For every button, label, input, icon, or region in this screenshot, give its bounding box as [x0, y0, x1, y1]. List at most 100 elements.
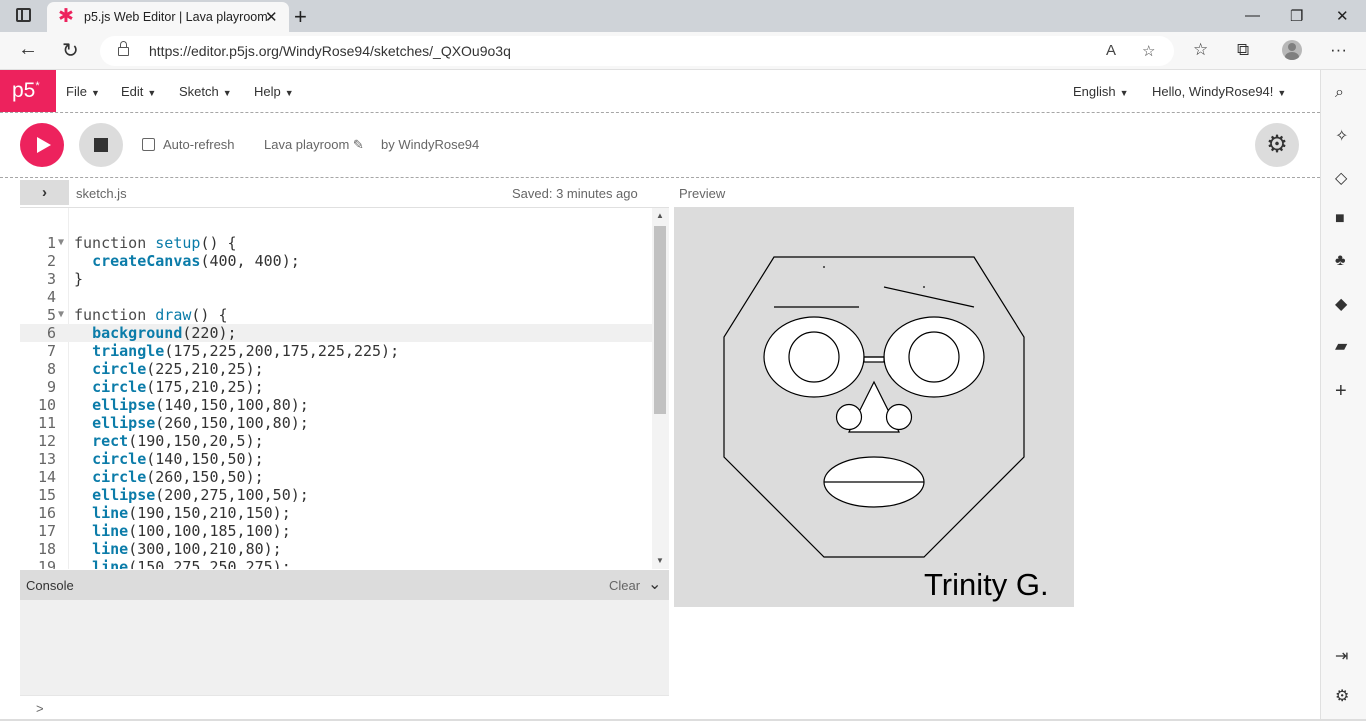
hide-sidebar-icon[interactable]: ⇥ [1335, 646, 1348, 666]
menu-label: Sketch [179, 84, 219, 99]
p5-logo[interactable]: p5* [0, 70, 56, 112]
console-prompt: > [36, 701, 44, 716]
code-line[interactable]: 11 ellipse(260,150,100,80); [20, 414, 652, 432]
code-line[interactable]: 16 line(190,150,210,150); [20, 504, 652, 522]
minimize-icon[interactable]: — [1245, 7, 1260, 24]
code-line[interactable]: 13 circle(140,150,50); [20, 450, 652, 468]
code-line[interactable]: 19 line(150,275,250,275); [20, 558, 652, 569]
add-favorite-icon[interactable]: ☆ [1142, 42, 1155, 60]
close-window-icon[interactable]: ✕ [1336, 7, 1349, 25]
line-number: 12 [37, 432, 56, 450]
collections-icon[interactable]: ⧉ [1237, 40, 1249, 60]
chevron-right-icon: › [42, 184, 47, 201]
console-header: Console Clear ⌄ [20, 570, 669, 600]
code-line[interactable]: 17 line(100,100,185,100); [20, 522, 652, 540]
code-line[interactable]: 9 circle(175,210,25); [20, 378, 652, 396]
line-number: 9 [46, 378, 56, 396]
code-line[interactable]: 10 ellipse(140,150,100,80); [20, 396, 652, 414]
fold-marker-icon[interactable]: ▼ [58, 234, 64, 252]
line-number: 18 [37, 540, 56, 558]
code-line[interactable]: 3} [20, 270, 652, 288]
code-text: triangle(175,225,200,175,225,225); [92, 342, 400, 360]
code-line[interactable]: 15 ellipse(200,275,100,50); [20, 486, 652, 504]
code-line[interactable]: 1 ▼ function setup() { [20, 234, 652, 252]
tools-icon[interactable]: ■ [1335, 210, 1345, 228]
menu-sketch[interactable]: Sketch ▼ [179, 84, 232, 99]
sidebar-settings-icon[interactable]: ⚙ [1335, 686, 1349, 706]
menu-help[interactable]: Help ▼ [254, 84, 294, 99]
code-line[interactable]: 4 [20, 288, 652, 306]
line-number: 14 [37, 468, 56, 486]
profile-avatar[interactable] [1282, 40, 1302, 60]
code-line[interactable]: 18 line(300,100,210,80); [20, 540, 652, 558]
new-tab-icon[interactable]: + [294, 4, 307, 30]
code-text: ellipse(140,150,100,80); [92, 396, 309, 414]
code-text: circle(140,150,50); [92, 450, 264, 468]
clear-button[interactable]: Clear [609, 578, 640, 593]
code-text: circle(175,210,25); [92, 378, 264, 396]
chevron-down-icon[interactable]: ⌄ [648, 574, 661, 594]
user-menu[interactable]: Hello, WindyRose94! ▼ [1152, 84, 1286, 99]
code-text: createCanvas(400, 400); [92, 252, 300, 270]
url-text: https://editor.p5js.org/WindyRose94/sket… [149, 43, 511, 59]
back-icon[interactable]: ← [18, 38, 38, 61]
auto-refresh-label: Auto-refresh [163, 137, 235, 152]
code-lines: 1 ▼ function setup() {2 createCanvas(400, … [20, 234, 652, 569]
more-icon[interactable]: ··· [1330, 40, 1347, 60]
code-line[interactable]: 2 createCanvas(400, 400); [20, 252, 652, 270]
close-tab-icon[interactable]: ✕ [265, 8, 278, 26]
code-line[interactable]: 6 background(220); [20, 324, 652, 342]
console-input[interactable]: > [20, 695, 669, 721]
gear-icon: ⚙ [1266, 131, 1288, 158]
address-bar[interactable]: https://editor.p5js.org/WindyRose94/sket… [100, 36, 1174, 66]
language-menu[interactable]: English ▼ [1073, 84, 1129, 99]
line-number: 19 [37, 558, 56, 569]
stop-button[interactable] [79, 123, 123, 167]
office-icon[interactable]: ◆ [1335, 294, 1347, 314]
auto-refresh-checkbox[interactable] [142, 138, 155, 151]
console-output [20, 600, 669, 695]
refresh-icon[interactable]: ↻ [62, 38, 79, 63]
play-button[interactable] [20, 123, 64, 167]
code-text: line(150,275,250,275); [92, 558, 291, 569]
line-number: 15 [37, 486, 56, 504]
outlook-icon[interactable]: ▰ [1335, 336, 1347, 356]
discover-icon[interactable]: ✧ [1335, 126, 1348, 146]
line-number: 3 [46, 270, 56, 288]
code-line[interactable]: 7 triangle(175,225,200,175,225,225); [20, 342, 652, 360]
code-text: line(190,150,210,150); [92, 504, 291, 522]
code-line[interactable]: 5 ▼ function draw() { [20, 306, 652, 324]
console-label: Console [26, 578, 74, 593]
editor-scrollbar[interactable]: ▲ ▼ [652, 208, 669, 569]
settings-button[interactable]: ⚙ [1255, 123, 1299, 167]
add-sidebar-icon[interactable]: + [1335, 380, 1347, 403]
code-line[interactable]: 8 circle(225,210,25); [20, 360, 652, 378]
line-number: 10 [37, 396, 56, 414]
code-line[interactable]: 12 rect(190,150,20,5); [20, 432, 652, 450]
sketch-drawing [723, 256, 1025, 558]
fold-marker-icon[interactable]: ▼ [58, 306, 64, 324]
scroll-up-icon[interactable]: ▲ [656, 211, 664, 220]
code-text: function draw() { [74, 306, 228, 324]
search-icon[interactable]: ⌕ [1335, 84, 1344, 102]
favorites-icon[interactable]: ☆ [1193, 40, 1208, 60]
browser-tab[interactable]: ✱ p5.js Web Editor | Lava playroom ✕ [47, 2, 289, 32]
scrollbar-thumb[interactable] [654, 226, 666, 414]
menu-edit[interactable]: Edit ▼ [121, 84, 156, 99]
menu-file[interactable]: File ▼ [66, 84, 100, 99]
games-icon[interactable]: ♣ [1335, 252, 1346, 270]
scroll-down-icon[interactable]: ▼ [656, 556, 664, 565]
browser-sidebar: ⌕ ✧ ◇ ■ ♣ ◆ ▰ + ⇥ ⚙ [1320, 70, 1366, 721]
code-text: line(300,100,210,80); [92, 540, 282, 558]
code-editor[interactable]: 1 ▼ function setup() {2 createCanvas(400, … [20, 207, 669, 569]
sketch-name[interactable]: Lava playroom ✎ [264, 137, 364, 153]
tag-icon[interactable]: ◇ [1335, 168, 1347, 188]
restore-icon[interactable]: ❐ [1290, 7, 1303, 25]
toggle-sidebar-button[interactable]: › [20, 180, 69, 205]
code-text: } [74, 270, 84, 288]
read-aloud-icon[interactable]: A [1106, 42, 1116, 59]
preview-canvas[interactable]: Trinity G. [674, 207, 1074, 607]
tab-actions-icon[interactable] [16, 8, 31, 22]
code-line[interactable]: 14 circle(260,150,50); [20, 468, 652, 486]
line-number: 13 [37, 450, 56, 468]
